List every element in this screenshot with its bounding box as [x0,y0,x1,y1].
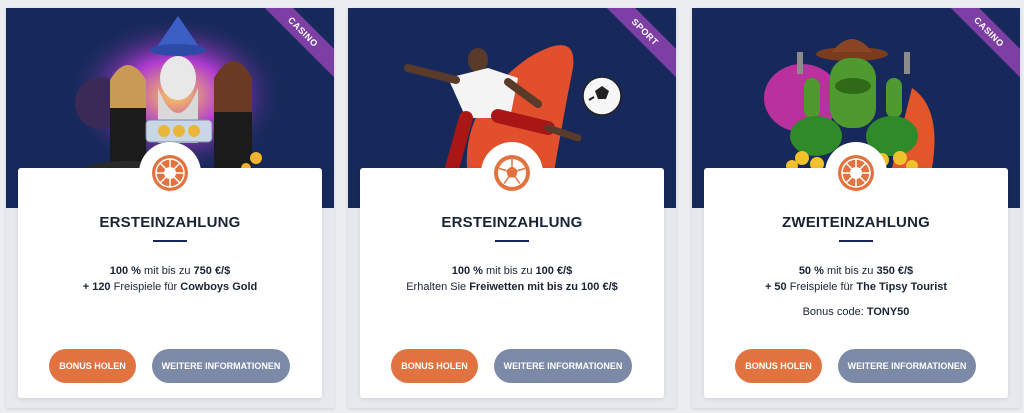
more-info-button[interactable]: WEITERE INFORMATIONEN [494,349,632,383]
promo-description: 50 % mit bis zu 350 €/$ + 50 Freispiele … [704,263,1008,295]
bonus-code-label: Bonus code: [802,306,867,318]
promo-card-casino-second-deposit: CASINO ZWEITEINZAHLUNG 50 % mit bis zu 3… [692,8,1020,408]
free-bets-text: Erhalten Sie [406,281,470,293]
bonus-code-value: TONY50 [866,306,910,318]
title-divider [495,240,529,242]
free-spins-text: Freispiele für [786,281,857,293]
promo-panel: ERSTEINZAHLUNG 100 % mit bis zu 100 €/$ … [360,142,664,398]
offer-percent: 100 % [451,265,483,277]
free-spins-count: + 120 [82,281,111,293]
free-spins-game: The Tipsy Tourist [856,281,948,293]
roulette-icon [139,142,201,204]
offer-percent: 100 % [109,265,141,277]
promo-title: ERSTEINZAHLUNG [99,214,241,231]
free-spins-count: + 50 [764,281,787,293]
offer-amount: 750 €/$ [193,265,231,277]
promo-title: ZWEITEINZAHLUNG [782,214,930,231]
promo-description: 100 % mit bis zu 750 €/$ + 120 Freispiel… [18,263,322,295]
promo-card-casino-first-deposit: CASINO ERSTEINZAHLUNG 100 % mit bis zu 7… [6,8,334,408]
free-spins-text: Freispiele für [110,281,181,293]
promo-description: 100 % mit bis zu 100 €/$ Erhalten Sie Fr… [360,263,664,295]
roulette-icon [825,142,887,204]
offer-percent: 50 % [798,265,824,277]
offer-amount: 100 €/$ [535,265,573,277]
offer-text: mit bis zu [482,265,536,277]
offer-text: mit bis zu [140,265,194,277]
free-spins-game: Cowboys Gold [180,281,258,293]
title-divider [839,240,873,242]
promo-panel: ERSTEINZAHLUNG 100 % mit bis zu 750 €/$ … [18,142,322,398]
free-bets-amount: Freiwetten mit bis zu 100 €/$ [469,281,618,293]
title-divider [153,240,187,242]
more-info-button[interactable]: WEITERE INFORMATIONEN [152,349,290,383]
bonus-code: Bonus code: TONY50 [704,306,1008,318]
promo-panel: ZWEITEINZAHLUNG 50 % mit bis zu 350 €/$ … [704,142,1008,398]
bonus-button[interactable]: BONUS HOLEN [49,349,136,383]
soccer-ball-icon [481,142,543,204]
promo-cards: CASINO ERSTEINZAHLUNG 100 % mit bis zu 7… [0,0,1024,413]
bonus-button[interactable]: BONUS HOLEN [391,349,478,383]
offer-text: mit bis zu [823,265,877,277]
promo-title: ERSTEINZAHLUNG [441,214,583,231]
offer-amount: 350 €/$ [876,265,914,277]
promo-card-sport-first-deposit: SPORT ERSTEINZAHLUNG 100 % mit bis zu 10… [348,8,676,408]
more-info-button[interactable]: WEITERE INFORMATIONEN [838,349,976,383]
bonus-button[interactable]: BONUS HOLEN [735,349,822,383]
